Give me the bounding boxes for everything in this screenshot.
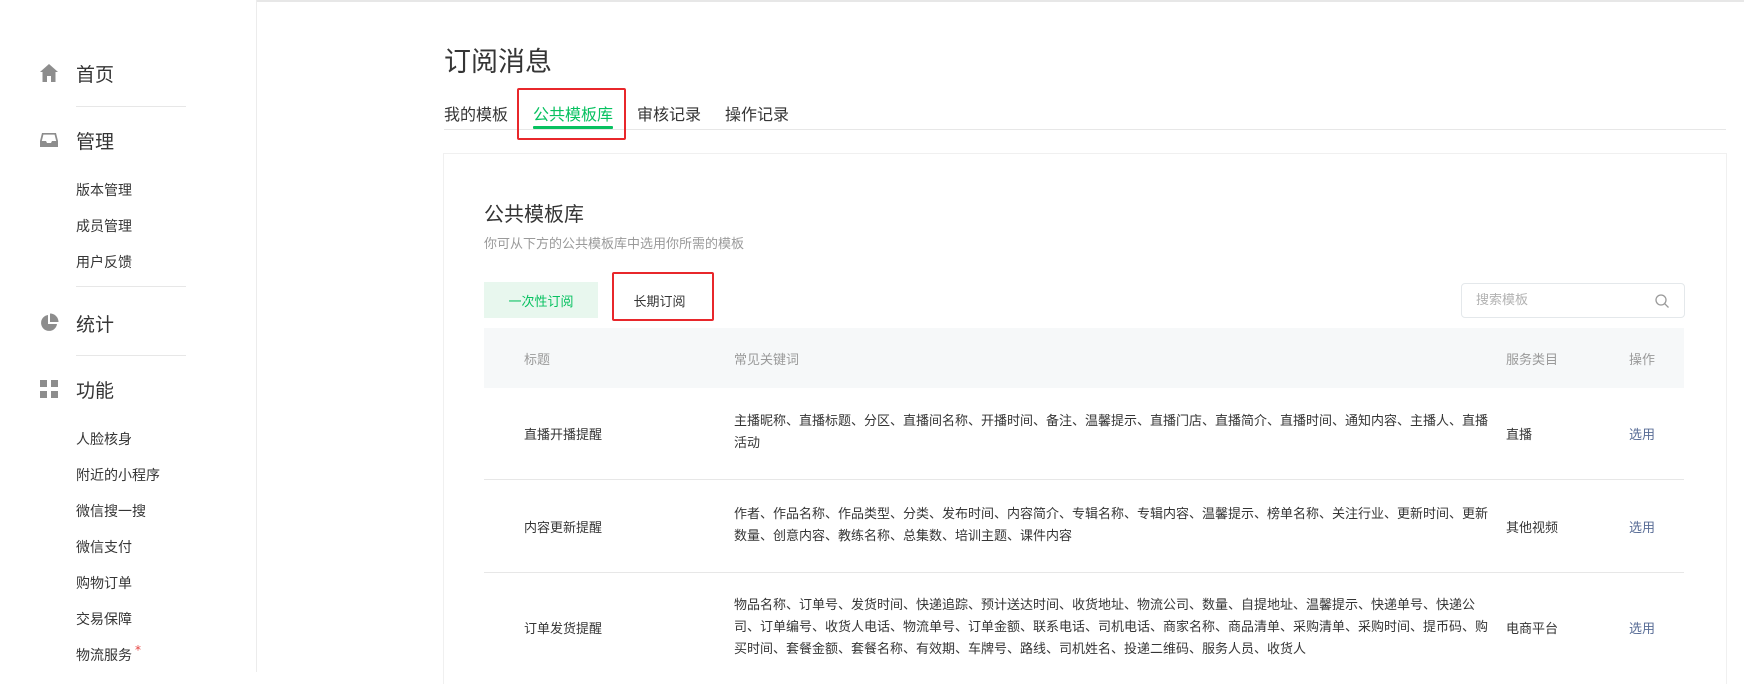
- highlight-box: [517, 88, 626, 140]
- table-row: 订单发货提醒 物品名称、订单号、发货时间、快递追踪、预计送达时间、收货地址、物流…: [484, 573, 1684, 683]
- template-library-card: 公共模板库 你可从下方的公共模板库中选用你所需的模板 一次性订阅 长期订阅 标题…: [444, 154, 1726, 684]
- tab-review-records[interactable]: 审核记录: [637, 101, 701, 125]
- sidebar-item-label: 功能: [76, 379, 115, 402]
- search-box: [1461, 283, 1685, 318]
- row-title: 直播开播提醒: [524, 428, 603, 443]
- search-input[interactable]: [1476, 293, 1654, 308]
- sidebar-item-face-verify[interactable]: 人脸核身: [76, 429, 132, 449]
- row-keywords: 作者、作品名称、作品类型、分类、发布时间、内容简介、专辑名称、专辑内容、温馨提示…: [734, 507, 1489, 544]
- header-category: 服务类目: [1506, 353, 1559, 368]
- row-keywords: 物品名称、订单号、发货时间、快递追踪、预计送达时间、收货地址、物流公司、数量、自…: [734, 598, 1489, 657]
- sidebar-item-home[interactable]: 首页: [38, 61, 115, 86]
- card-description: 你可从下方的公共模板库中选用你所需的模板: [484, 237, 745, 252]
- card-title: 公共模板库: [484, 202, 584, 226]
- table-header: 标题 常见关键词 服务类目 操作: [484, 328, 1684, 388]
- one-time-subscribe-button[interactable]: 一次性订阅: [484, 282, 598, 318]
- sidebar-item-wechat-search[interactable]: 微信搜一搜: [76, 501, 146, 521]
- sidebar-item-version-manage[interactable]: 版本管理: [76, 180, 132, 200]
- sidebar-item-nearby-miniprogram[interactable]: 附近的小程序: [76, 465, 160, 485]
- sidebar-item-manage[interactable]: 管理: [38, 128, 115, 153]
- row-keywords: 主播昵称、直播标题、分区、直播间名称、开播时间、备注、温馨提示、直播门店、直播简…: [734, 414, 1489, 451]
- sidebar-item-trade-guarantee[interactable]: 交易保障: [76, 609, 132, 629]
- sidebar-item-shopping-orders[interactable]: 购物订单: [76, 573, 132, 593]
- divider: [76, 106, 186, 107]
- sidebar-item-member-manage[interactable]: 成员管理: [76, 216, 132, 236]
- row-category: 电商平台: [1506, 622, 1559, 637]
- highlight-box: [612, 272, 714, 321]
- inbox-icon: [38, 129, 60, 151]
- select-template-link[interactable]: 选用: [1629, 424, 1655, 443]
- grid-icon: [38, 378, 60, 400]
- template-table: 标题 常见关键词 服务类目 操作 直播开播提醒 主播昵称、直播标题、分区、直播间…: [484, 328, 1684, 683]
- table-row: 内容更新提醒 作者、作品名称、作品类型、分类、发布时间、内容简介、专辑名称、专辑…: [484, 480, 1684, 573]
- page-title: 订阅消息: [444, 47, 552, 78]
- row-category: 其他视频: [1506, 521, 1559, 536]
- row-title: 内容更新提醒: [524, 521, 603, 536]
- divider: [76, 355, 186, 356]
- sidebar-item-features[interactable]: 功能: [38, 377, 115, 402]
- new-badge: *: [135, 643, 141, 657]
- sidebar-item-label: 物流服务: [76, 648, 132, 664]
- search-icon[interactable]: [1654, 293, 1670, 309]
- sidebar: 首页 管理 版本管理 成员管理 用户反馈 统计 功能 人脸核身 附近的小程序 微…: [0, 0, 257, 672]
- header-keywords: 常见关键词: [734, 353, 800, 368]
- divider: [76, 286, 186, 287]
- tab-bar: 我的模板 公共模板库 审核记录 操作记录: [444, 98, 1726, 130]
- select-template-link[interactable]: 选用: [1629, 618, 1655, 637]
- tab-operation-records[interactable]: 操作记录: [725, 101, 789, 125]
- sidebar-item-label: 首页: [76, 63, 115, 86]
- sidebar-item-stats[interactable]: 统计: [38, 311, 115, 336]
- select-template-link[interactable]: 选用: [1629, 517, 1655, 536]
- sidebar-item-user-feedback[interactable]: 用户反馈: [76, 252, 132, 272]
- sidebar-item-wechat-pay[interactable]: 微信支付: [76, 537, 132, 557]
- home-icon: [38, 62, 60, 84]
- sidebar-item-label: 统计: [76, 313, 115, 336]
- sidebar-item-label: 管理: [76, 130, 115, 153]
- main-content: 订阅消息 我的模板 公共模板库 审核记录 操作记录 公共模板库 你可从下方的公共…: [444, 0, 1726, 684]
- header-title: 标题: [524, 353, 551, 368]
- row-category: 直播: [1506, 428, 1533, 443]
- pie-chart-icon: [38, 312, 60, 334]
- header-action: 操作: [1629, 353, 1656, 368]
- tab-my-templates[interactable]: 我的模板: [444, 101, 508, 125]
- table-row: 直播开播提醒 主播昵称、直播标题、分区、直播间名称、开播时间、备注、温馨提示、直…: [484, 388, 1684, 480]
- sidebar-item-logistics[interactable]: 物流服务 *: [76, 643, 141, 665]
- row-title: 订单发货提醒: [524, 622, 603, 637]
